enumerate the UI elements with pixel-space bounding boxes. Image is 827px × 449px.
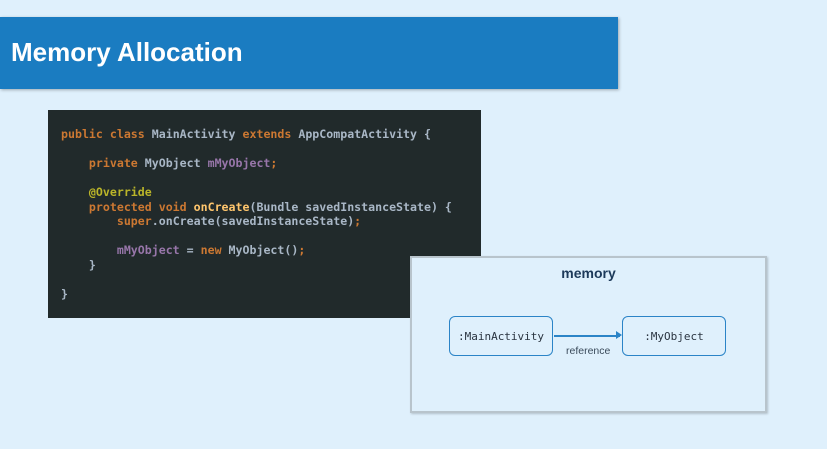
code-token: MyObject() xyxy=(228,243,299,257)
code-line: protected void onCreate(Bundle savedInst… xyxy=(61,200,452,215)
code-token: new xyxy=(200,243,229,257)
code-token: extends xyxy=(242,127,299,141)
my-object-node: :MyObject xyxy=(622,316,726,356)
code-token: MyObject xyxy=(144,156,208,170)
memory-diagram: memory :MainActivity reference :MyObject xyxy=(410,256,767,413)
code-token: ; xyxy=(354,214,362,228)
reference-label: reference xyxy=(566,345,611,357)
page-title: Memory Allocation xyxy=(11,37,243,67)
code-token: = xyxy=(186,243,201,257)
code-token: ; xyxy=(298,243,306,257)
code-token: (Bundle savedInstanceState) { xyxy=(249,199,452,214)
code-line: } xyxy=(61,287,452,302)
main-activity-node: :MainActivity xyxy=(449,316,553,356)
code-token: mMyObject xyxy=(207,156,271,170)
code-token: MainActivity xyxy=(151,127,243,141)
code-token: AppCompatActivity { xyxy=(298,127,431,141)
code-token: } xyxy=(61,286,68,301)
code-line: public class MainActivity extends AppCom… xyxy=(61,127,452,142)
code-token: super xyxy=(116,214,152,228)
code-line: private MyObject mMyObject; xyxy=(61,156,452,171)
code-token: ; xyxy=(270,156,278,170)
memory-title: memory xyxy=(561,265,616,281)
code-line: super.onCreate(savedInstanceState); xyxy=(61,214,452,229)
code-token: onCreate xyxy=(193,199,250,214)
code-token: protected void xyxy=(88,199,194,214)
code-token: private xyxy=(88,156,145,170)
code-token: public class xyxy=(61,127,152,141)
code-token: @Override xyxy=(88,185,152,199)
code-text: public class MainActivity extends AppCom… xyxy=(61,127,452,301)
code-line: } xyxy=(61,258,452,273)
code-token: .onCreate(savedInstanceState) xyxy=(151,214,355,228)
code-token: } xyxy=(61,257,96,272)
reference-arrow-icon xyxy=(554,332,622,338)
title-banner: Memory Allocation xyxy=(0,17,618,89)
code-line: @Override xyxy=(61,185,452,200)
code-line: mMyObject = new MyObject(); xyxy=(61,243,452,258)
code-token: mMyObject xyxy=(116,243,187,257)
